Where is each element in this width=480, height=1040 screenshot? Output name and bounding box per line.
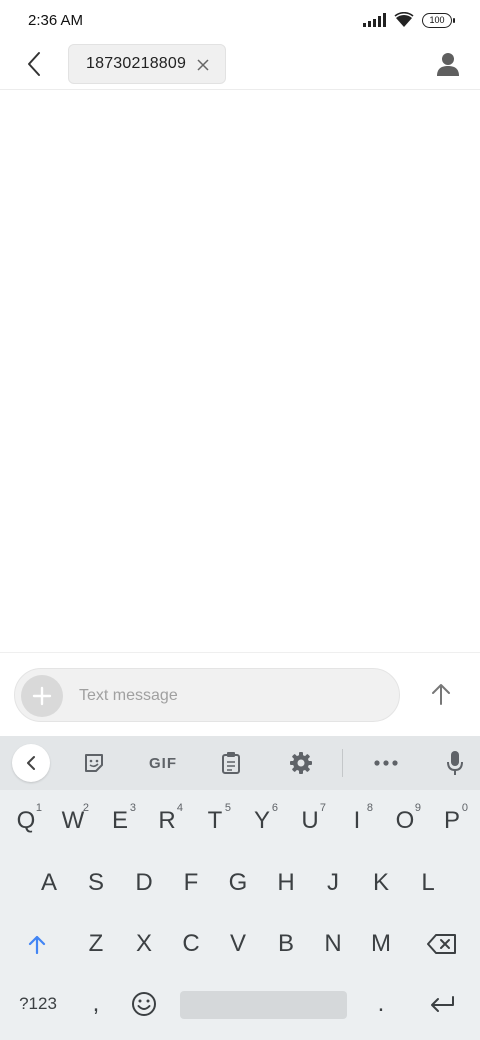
recipient-chip[interactable]: 18730218809 xyxy=(68,44,226,84)
key-hint: 7 xyxy=(319,802,326,814)
key-j[interactable]: J xyxy=(311,856,355,910)
keyboard-toolbar: GIF xyxy=(0,736,480,790)
compose-field xyxy=(14,668,400,722)
key-h[interactable]: H xyxy=(264,856,308,910)
key-x[interactable]: X xyxy=(122,917,166,971)
clipboard-icon xyxy=(222,752,240,774)
key-i[interactable]: I8 xyxy=(335,794,379,848)
key-label: W xyxy=(61,807,85,834)
conversation-header: 18730218809 xyxy=(0,42,480,90)
message-input[interactable] xyxy=(79,683,379,709)
key-p[interactable]: P0 xyxy=(430,794,474,848)
key-hint: 9 xyxy=(414,802,421,814)
key-a[interactable]: A xyxy=(27,856,71,910)
key-label: I xyxy=(353,807,361,834)
key-k[interactable]: K xyxy=(359,856,403,910)
key-label: Q xyxy=(16,807,36,834)
emoji-icon xyxy=(132,992,156,1016)
collapse-toolbar-button[interactable] xyxy=(12,744,50,782)
status-icons: 100 xyxy=(363,12,455,28)
battery-icon: 100 xyxy=(422,12,455,28)
shift-key[interactable] xyxy=(15,917,59,971)
key-l[interactable]: L xyxy=(406,856,450,910)
arrow-up-icon xyxy=(432,684,450,705)
key-y[interactable]: Y6 xyxy=(240,794,284,848)
key-s[interactable]: S xyxy=(74,856,118,910)
key-label: O xyxy=(395,807,415,834)
space-key[interactable] xyxy=(180,991,347,1019)
comma-key[interactable]: , xyxy=(74,977,118,1031)
key-label: Y xyxy=(253,807,270,834)
settings-button[interactable] xyxy=(282,744,320,782)
key-f[interactable]: F xyxy=(169,856,213,910)
microphone-icon xyxy=(447,751,463,775)
status-time: 2:36 AM xyxy=(28,12,84,29)
key-hint: 8 xyxy=(366,802,373,814)
enter-icon xyxy=(431,996,454,1012)
key-w[interactable]: W2 xyxy=(51,794,95,848)
key-hint: 1 xyxy=(35,802,42,814)
key-label: T xyxy=(207,807,223,834)
wifi-icon xyxy=(394,12,414,27)
attach-button[interactable] xyxy=(21,675,63,717)
key-hint: 3 xyxy=(129,802,136,814)
more-horiz-icon xyxy=(374,760,398,766)
key-label: E xyxy=(111,807,128,834)
keyboard: G I F Q 1 W 2 E 3 R 4 T 5 Y 6 U 7 I 8 O 9 … xyxy=(0,736,480,1040)
key-e[interactable]: E3 xyxy=(98,794,142,848)
back-button[interactable] xyxy=(18,48,50,80)
key-t[interactable]: T5 xyxy=(193,794,237,848)
key-hint: 6 xyxy=(271,802,278,814)
key-o[interactable]: O9 xyxy=(383,794,427,848)
send-button[interactable] xyxy=(422,675,460,713)
shift-arrow-icon xyxy=(28,935,46,954)
voice-input-button[interactable] xyxy=(436,744,474,782)
backspace-key[interactable] xyxy=(418,917,466,971)
key-label: U xyxy=(301,807,319,834)
compose-bar xyxy=(0,652,480,736)
close-icon xyxy=(197,59,209,71)
battery-level: 100 xyxy=(429,14,445,25)
status-bar: 2:36 AM 100 xyxy=(0,0,480,42)
person-icon xyxy=(437,53,459,76)
backspace-icon xyxy=(427,934,456,954)
key-g[interactable]: G xyxy=(216,856,260,910)
signal-icon xyxy=(363,13,386,27)
key-v[interactable]: V xyxy=(216,917,260,971)
key-label: R xyxy=(158,807,176,834)
key-hint: 5 xyxy=(224,802,231,814)
more-options-button[interactable] xyxy=(367,744,405,782)
remove-recipient-button[interactable] xyxy=(195,57,211,73)
key-hint: 0 xyxy=(461,802,468,814)
key-c[interactable]: C xyxy=(169,917,213,971)
key-n[interactable]: N xyxy=(311,917,355,971)
gear-icon xyxy=(290,752,312,774)
plus-icon xyxy=(32,686,52,706)
key-z[interactable]: Z xyxy=(74,917,118,971)
symbols-key[interactable]: ?123 xyxy=(10,977,66,1031)
key-b[interactable]: B xyxy=(264,917,308,971)
clipboard-button[interactable] xyxy=(212,744,250,782)
toolbar-divider xyxy=(342,749,343,777)
sticker-icon xyxy=(85,754,103,772)
recipient-number: 18730218809 xyxy=(86,55,187,72)
gif-button[interactable]: GIF xyxy=(142,744,184,782)
key-label: P xyxy=(443,807,460,834)
key-m[interactable]: M xyxy=(359,917,403,971)
period-key[interactable]: . xyxy=(359,977,403,1031)
key-q[interactable]: Q1 xyxy=(4,794,48,848)
key-u[interactable]: U7 xyxy=(288,794,332,848)
sticker-button[interactable] xyxy=(75,744,113,782)
conversation-area xyxy=(0,91,480,652)
back-arrow-icon xyxy=(28,52,40,76)
enter-key[interactable] xyxy=(418,977,466,1031)
key-hint: 4 xyxy=(176,802,183,814)
key-r[interactable]: R4 xyxy=(145,794,189,848)
key-d[interactable]: D xyxy=(122,856,166,910)
contact-button[interactable] xyxy=(432,48,464,80)
key-hint: 2 xyxy=(82,802,89,814)
emoji-key[interactable] xyxy=(122,977,166,1031)
chevron-left-icon xyxy=(27,756,35,770)
